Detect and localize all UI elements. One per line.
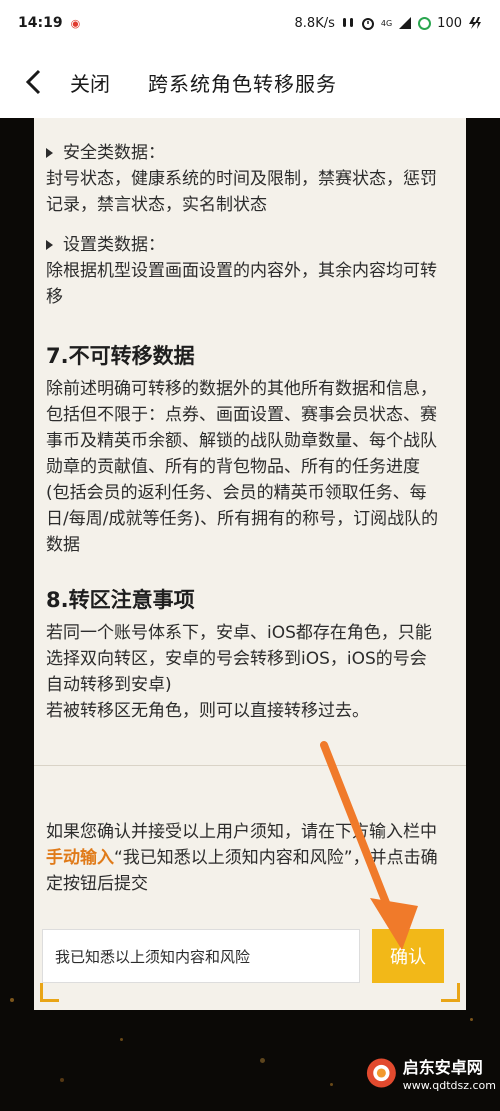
page-title: 跨系统角色转移服务 [148,71,337,96]
network-speed: 8.8K/s [294,15,335,31]
signal-label: 4G [380,18,393,28]
content-stage: 安全类数据： 封号状态，健康系统的时间及限制，禁赛状态，惩罚记录，禁言状态，实名… [0,118,500,1111]
watermark-url: www.qdtdsz.com [402,1078,496,1092]
nav-bar: 关闭 跨系统角色转移服务 [0,46,500,118]
annotation-arrow-icon [320,741,418,950]
back-arrow-icon [25,69,41,95]
battery-level: 100 [437,15,462,31]
status-time: 14:19 [18,15,63,31]
battery-icon [418,16,432,30]
charging-icon [469,17,481,29]
status-indicators: 8.8K/s 4G 100 [295,16,482,31]
watermark-logo-icon [366,1058,396,1088]
back-button[interactable] [12,60,56,104]
signal-icon [399,17,412,29]
watermark: 启东安卓网 www.qdtdsz.com [366,1042,496,1104]
alarm-icon [361,18,374,30]
close-button[interactable]: 关闭 [70,68,110,97]
notification-icon: ◉ [70,16,81,30]
earbuds-icon [342,18,353,27]
watermark-name: 启东安卓网 [402,1057,483,1077]
status-bar: 14:19 ◉ 8.8K/s 4G 100 [0,0,500,46]
